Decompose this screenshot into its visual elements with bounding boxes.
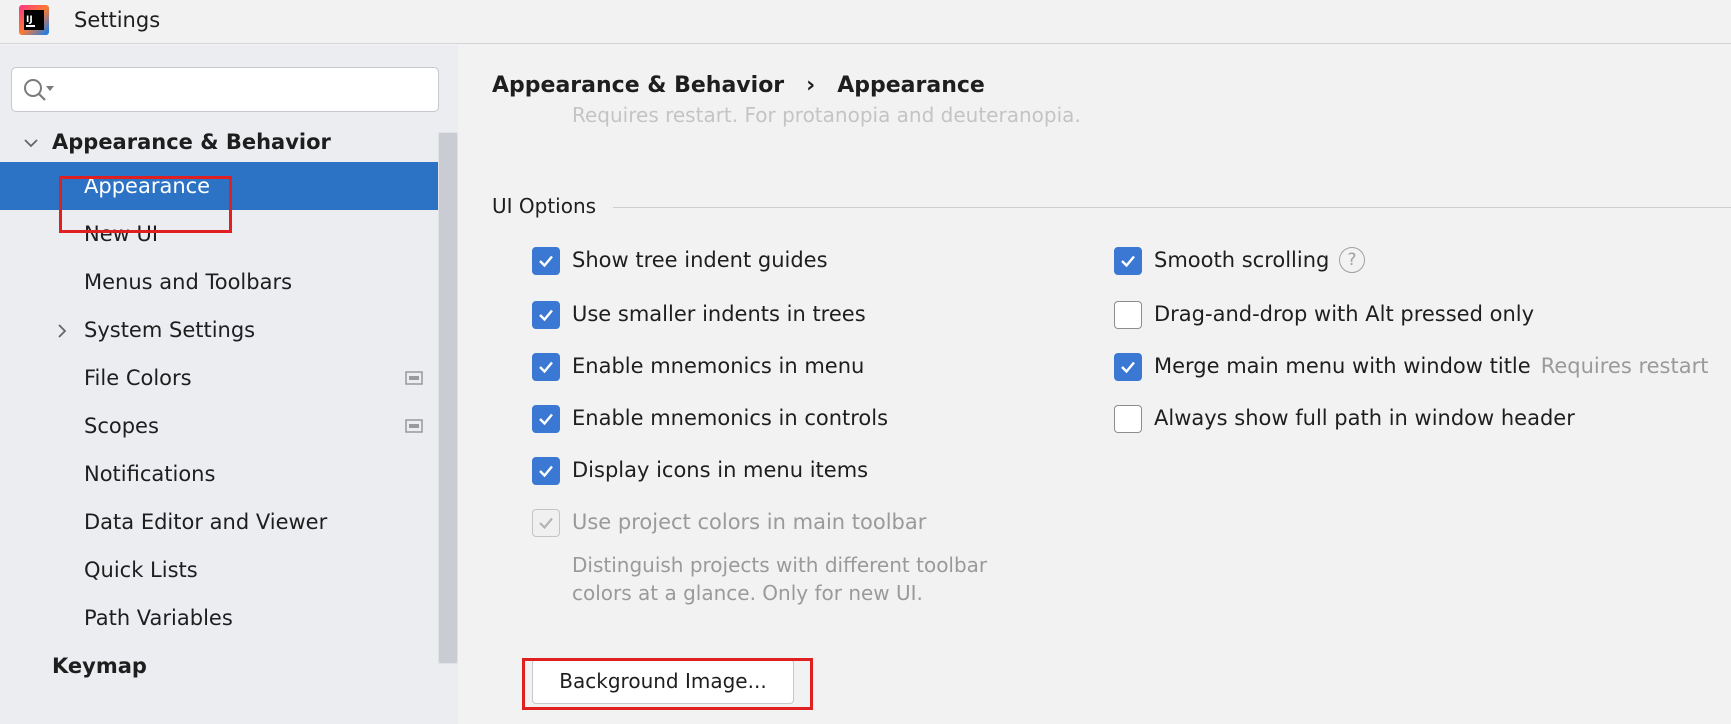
checkbox-checked[interactable]: [1114, 353, 1142, 381]
tree-item-system-settings[interactable]: System Settings: [0, 306, 438, 354]
window-title: Settings: [74, 8, 161, 32]
option-label: Use project colors in main toolbar: [572, 510, 927, 534]
option-label: Always show full path in window header: [1154, 406, 1575, 430]
option-label: Show tree indent guides: [572, 248, 828, 272]
option-label: Smooth scrolling: [1154, 248, 1330, 272]
option-label: Display icons in menu items: [572, 458, 869, 482]
option-label: Enable mnemonics in controls: [572, 406, 889, 430]
checkbox-checked[interactable]: [532, 405, 560, 433]
svg-text:IJ: IJ: [26, 15, 33, 25]
tree-item-quick-lists[interactable]: Quick Lists: [0, 546, 438, 594]
tree-item-file-colors[interactable]: File Colors: [0, 354, 438, 402]
search-icon[interactable]: [22, 77, 58, 103]
breadcrumb-separator: ›: [806, 73, 816, 98]
tree-item-label: Scopes: [84, 414, 159, 438]
help-icon[interactable]: ?: [1339, 247, 1365, 273]
section-divider: [613, 207, 1731, 208]
tree-item-label: Quick Lists: [84, 558, 198, 582]
search-input[interactable]: [62, 74, 426, 106]
tree-item-appearance[interactable]: Appearance: [0, 162, 458, 210]
search-box[interactable]: [11, 67, 439, 112]
option-label: Enable mnemonics in menu: [572, 354, 865, 378]
option-label: Merge main menu with window title Require…: [1154, 354, 1708, 378]
checkbox-unchecked[interactable]: [1114, 405, 1142, 433]
checkbox-disabled-checked: [532, 509, 560, 537]
settings-sidebar: Appearance & Behavior Appearance New UI …: [0, 45, 458, 724]
checkbox-checked[interactable]: [532, 353, 560, 381]
breadcrumb-current: Appearance: [837, 73, 985, 98]
tree-item-label: Keymap: [52, 654, 147, 678]
tree-item-label: System Settings: [84, 318, 256, 342]
checkbox-checked[interactable]: [1114, 247, 1142, 275]
option-label: Drag-and-drop with Alt pressed only: [1154, 302, 1535, 326]
tree-item-new-ui[interactable]: New UI: [0, 210, 438, 258]
tree-item-menus-toolbars[interactable]: Menus and Toolbars: [0, 258, 438, 306]
breadcrumb-parent[interactable]: Appearance & Behavior: [492, 73, 784, 98]
tree-item-label: File Colors: [84, 366, 192, 390]
checkbox-checked[interactable]: [532, 247, 560, 275]
tree-item-label: Menus and Toolbars: [84, 270, 293, 294]
breadcrumb: Appearance & Behavior › Appearance: [492, 73, 985, 98]
requires-restart-hint: Requires restart: [1540, 354, 1709, 378]
tree-item-keymap[interactable]: Keymap: [0, 642, 438, 690]
tree-item-label: Notifications: [84, 462, 216, 486]
tree-item-scopes[interactable]: Scopes: [0, 402, 438, 450]
intellij-logo-icon: IJ: [19, 5, 49, 35]
checkbox-unchecked[interactable]: [1114, 301, 1142, 329]
scrolled-hint-text: Requires restart. For protanopia and deu…: [572, 103, 1081, 127]
section-title-ui-options: UI Options: [492, 194, 597, 218]
chevron-right-icon[interactable]: [54, 323, 70, 339]
checkbox-checked[interactable]: [532, 301, 560, 329]
tree-item-appearance-behavior[interactable]: Appearance & Behavior: [0, 118, 438, 166]
chevron-down-icon[interactable]: [23, 135, 39, 151]
project-scope-icon: [405, 419, 423, 433]
tree-item-label: Appearance: [84, 174, 211, 198]
tree-item-label: Path Variables: [84, 606, 233, 630]
option-label: Use smaller indents in trees: [572, 302, 866, 326]
background-image-button[interactable]: Background Image...: [532, 659, 794, 704]
tree-item-notifications[interactable]: Notifications: [0, 450, 438, 498]
option-label-text: Merge main menu with window title: [1154, 354, 1531, 378]
tree-item-label: New UI: [84, 222, 159, 246]
tree-item-path-variables[interactable]: Path Variables: [0, 594, 438, 642]
sidebar-scrollbar-thumb[interactable]: [439, 133, 457, 663]
tree-item-label: Appearance & Behavior: [52, 130, 331, 154]
tree-item-data-editor[interactable]: Data Editor and Viewer: [0, 498, 438, 546]
tree-item-label: Data Editor and Viewer: [84, 510, 328, 534]
title-bar: IJ Settings: [0, 0, 1731, 44]
project-scope-icon: [405, 371, 423, 385]
checkbox-checked[interactable]: [532, 457, 560, 485]
project-colors-description: Distinguish projects with different tool…: [572, 553, 988, 605]
settings-content: Appearance & Behavior › Appearance Require…: [458, 45, 1731, 724]
